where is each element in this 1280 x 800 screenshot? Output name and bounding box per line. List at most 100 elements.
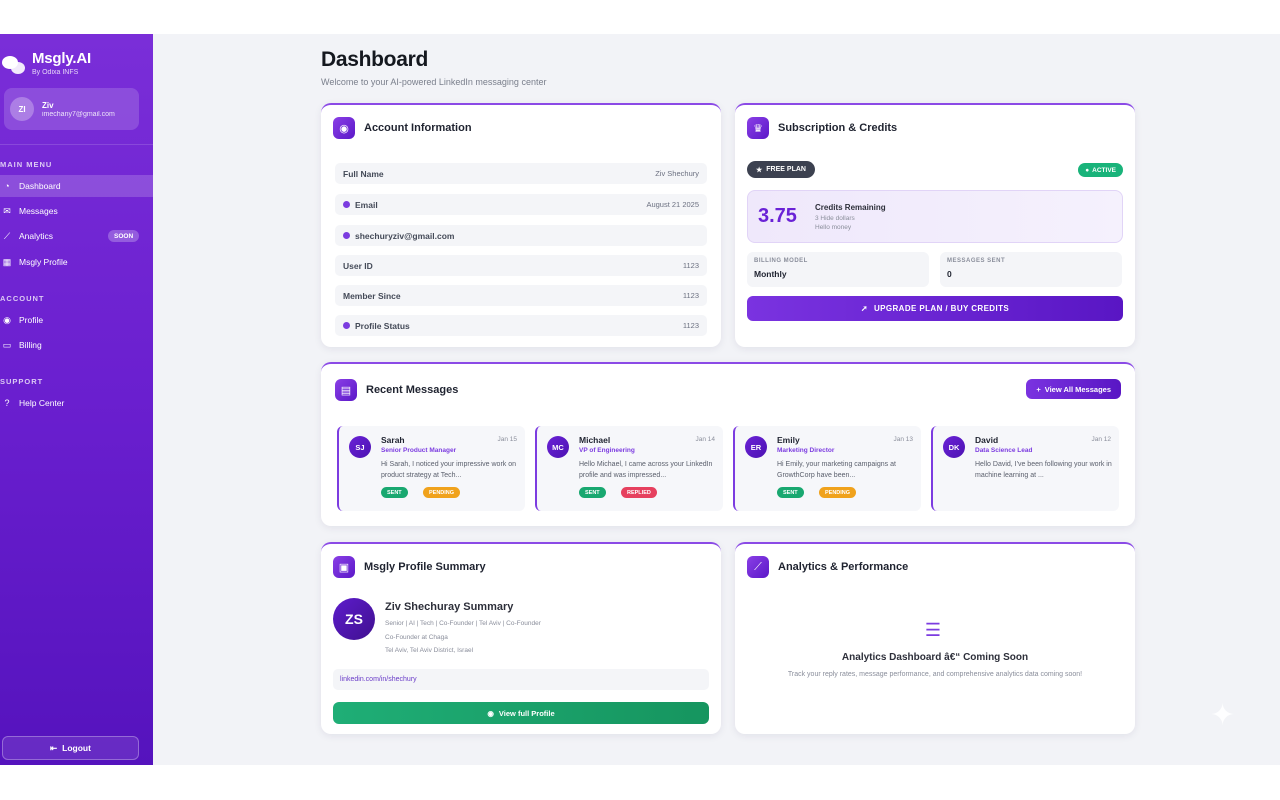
rocket-icon: ➚ [860, 304, 868, 313]
sidebar-item-analytics[interactable]: ⟋ Analytics SOON [0, 225, 153, 247]
message-preview: Hello David, I've been following your wo… [975, 461, 1112, 479]
message-role: Data Science Lead [975, 447, 1033, 454]
message-role: Senior Product Manager [381, 447, 457, 454]
check-circle-icon: ● [1085, 166, 1090, 174]
avatar: SJ [349, 436, 371, 458]
status-tag: SENT [579, 487, 606, 498]
view-full-profile-button[interactable]: ◉ View full Profile [333, 702, 709, 724]
sidebar-item-label: Help Center [19, 398, 65, 408]
card-header: ▤ Recent Messages [335, 379, 458, 401]
profile-card-icon: ▦ [2, 256, 12, 267]
sidebar-item-label: Billing [19, 340, 42, 350]
card-title: Subscription & Credits [778, 122, 898, 134]
message-date: Jan 14 [695, 436, 715, 443]
brand: Msgly.AI By Odixa INFS [2, 50, 91, 76]
sidebar: Msgly.AI By Odixa INFS ZI Ziv imechany7@… [0, 34, 153, 765]
info-value: August 21 2025 [646, 200, 699, 209]
user-icon: ◉ [3, 314, 11, 325]
view-all-messages-button[interactable]: + View All Messages [1026, 379, 1121, 399]
brand-name: Msgly.AI [32, 50, 91, 67]
page-title: Dashboard [321, 48, 428, 71]
recent-messages-card: ▤ Recent Messages + View All Messages SJ… [321, 362, 1135, 526]
sidebar-item-profile[interactable]: ◉ Profile [0, 309, 153, 331]
mail-icon: ✉ [3, 205, 11, 216]
status-tag: SENT [381, 487, 408, 498]
app-frame: Msgly.AI By Odixa INFS ZI Ziv imechany7@… [0, 34, 1280, 765]
credits-box: 3.75 Credits Remaining 3 Hide dollars He… [747, 190, 1123, 243]
message-card[interactable]: SJ Sarah Jan 15 Senior Product Manager H… [337, 426, 525, 511]
info-label: shechuryziv@gmail.com [355, 230, 455, 241]
sidebar-item-billing[interactable]: ▭ Billing [0, 334, 153, 356]
user-email: imechany7@gmail.com [42, 110, 115, 118]
section-title-main: MAIN MENU [0, 160, 53, 169]
eye-icon: ◉ [487, 708, 494, 718]
info-row-profile-status: Profile Status 1123 [335, 315, 707, 336]
info-value: 1123 [682, 321, 699, 330]
credits-line: Hello money [815, 224, 852, 231]
profile-location: Tel Aviv, Tel Aviv District, Israel [385, 647, 474, 654]
star-icon: ★ [756, 166, 763, 174]
profile-summary-card: ▣ Msgly Profile Summary ZS Ziv Shechuray… [321, 542, 721, 734]
section-title-support: SUPPORT [0, 377, 44, 386]
avatar: DK [943, 436, 965, 458]
status-tag: SENT [777, 487, 804, 498]
sidebar-item-msgly-profile[interactable]: ▦ Msgly Profile [0, 251, 153, 273]
chart-icon: ⟋ [747, 556, 769, 578]
info-label: Profile Status [355, 320, 410, 331]
message-date: Jan 13 [893, 436, 913, 443]
message-card[interactable]: DK David Jan 12 Data Science Lead Hello … [931, 426, 1119, 511]
avatar: ER [745, 436, 767, 458]
user-circle-icon: ◉ [333, 117, 355, 139]
user-name: Ziv [42, 100, 54, 110]
messages-sent-stat: MESSAGES SENT 0 [940, 252, 1122, 287]
upgrade-plan-button[interactable]: ➚ UPGRADE PLAN / BUY CREDITS [747, 296, 1123, 321]
message-preview: Hi Emily, your marketing campaigns at Gr… [777, 461, 896, 479]
info-row-full-name: Full Name Ziv Shechury [335, 163, 707, 184]
info-label: User ID [343, 260, 373, 271]
info-label: Full Name [343, 168, 384, 179]
sidebar-item-dashboard[interactable]: ◔ Dashboard [0, 175, 153, 197]
card-title: Account Information [364, 122, 472, 134]
message-card[interactable]: MC Michael Jan 14 VP of Engineering Hell… [535, 426, 723, 511]
card-header: ⟋ Analytics & Performance [747, 556, 908, 578]
avatar: ZI [10, 97, 34, 121]
info-value: 1123 [682, 291, 699, 300]
dashboard-icon: ◔ [4, 181, 10, 191]
message-icon: ▤ [335, 379, 357, 401]
sparkle-icon: ✦ [1210, 699, 1236, 732]
message-card[interactable]: ER Emily Jan 13 Marketing Director Hi Em… [733, 426, 921, 511]
sidebar-item-label: Dashboard [19, 181, 61, 191]
sidebar-item-messages[interactable]: ✉ Messages [0, 200, 153, 222]
analytics-card: ⟋ Analytics & Performance ☰ Analytics Da… [735, 542, 1135, 734]
card-title: Msgly Profile Summary [364, 561, 486, 573]
card-header: ♛ Subscription & Credits [747, 117, 897, 139]
message-sender: David [975, 435, 999, 445]
sidebar-divider [0, 144, 153, 145]
status-tag: PENDING [423, 487, 461, 498]
logout-icon: ⇤ [50, 742, 58, 753]
sidebar-item-help-center[interactable]: ? Help Center [0, 392, 153, 414]
info-row-user-id: User ID 1123 [335, 255, 707, 276]
avatar: MC [547, 436, 569, 458]
plus-icon: + [1036, 384, 1041, 394]
brand-subtitle: By Odixa INFS [32, 69, 79, 76]
analytics-description: Track your reply rates, message performa… [787, 671, 1083, 678]
bar-chart-icon: ☰ [924, 619, 942, 640]
message-role: Marketing Director [777, 447, 835, 454]
logout-button[interactable]: ⇤ Logout [2, 736, 139, 760]
credit-card-icon: ▭ [2, 339, 12, 350]
status-badge: ● ACTIVE [1078, 163, 1123, 177]
linkedin-link[interactable]: linkedin.com/in/shechury [333, 669, 709, 690]
logout-label: Logout [62, 743, 91, 753]
card-title: Analytics & Performance [778, 561, 909, 573]
status-tag: REPLIED [621, 487, 657, 498]
billing-model-stat: BILLING MODEL Monthly [747, 252, 929, 287]
info-label: Email [355, 199, 378, 210]
subscription-card: ♛ Subscription & Credits ★ FREE PLAN ● ACT… [735, 103, 1135, 347]
analytics-heading: Analytics Dashboard â€“ Coming Soon [841, 652, 1029, 663]
user-card[interactable]: ZI Ziv imechany7@gmail.com [4, 88, 139, 130]
credits-line: 3 Hide dollars [815, 215, 855, 222]
crown-icon: ♛ [747, 117, 769, 139]
id-card-icon: ▣ [333, 556, 355, 578]
sidebar-item-label: Profile [19, 315, 44, 325]
